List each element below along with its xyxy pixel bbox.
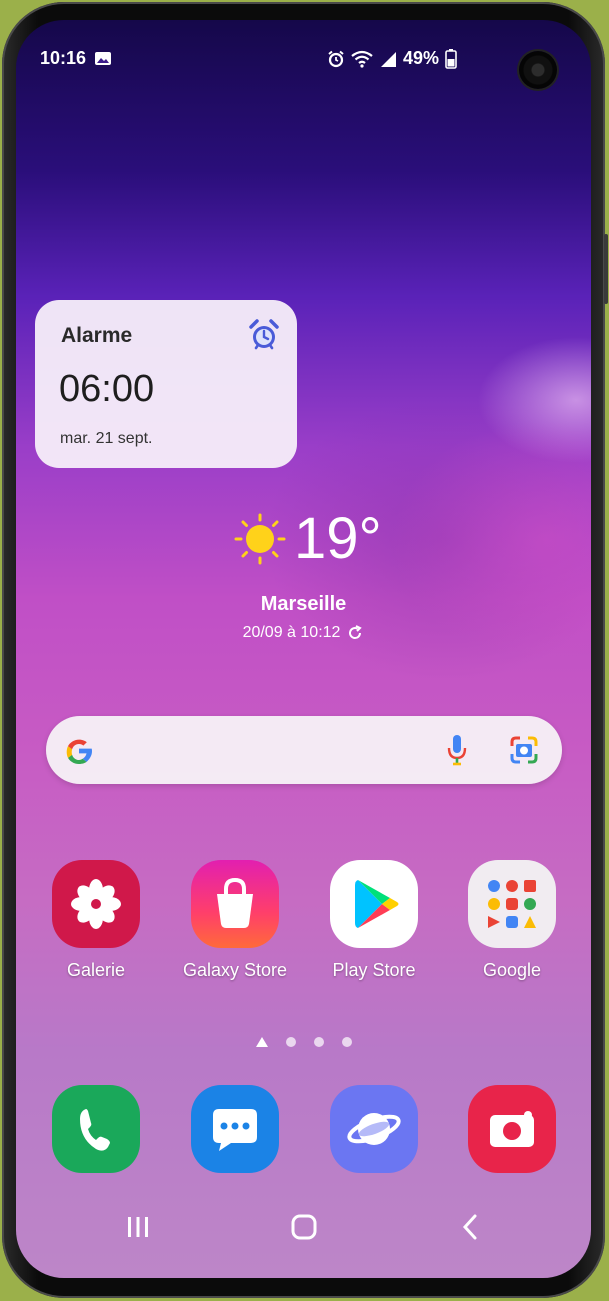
page-dot (341, 1037, 352, 1047)
side-button (604, 234, 608, 304)
page-indicator (16, 1037, 591, 1047)
app-label-google: Google (482, 960, 542, 980)
galerie-icon (52, 860, 140, 948)
status-time: 10:16 (40, 48, 87, 68)
battery-percent: 49% (402, 48, 439, 68)
app-label-galerie: Galerie (66, 960, 126, 980)
dock-camera[interactable] (442, 1085, 582, 1173)
signal-icon (380, 51, 396, 67)
messages-icon (191, 1085, 279, 1173)
alarm-widget[interactable]: Alarme 06:00 mar. 21 sept. (35, 300, 297, 468)
weather-city: Marseille (260, 593, 347, 615)
play-store-icon (330, 860, 418, 948)
recent-apps-icon (128, 1217, 148, 1237)
app-label-galaxy-store: Galaxy Store (182, 960, 288, 980)
dock-phone[interactable] (26, 1085, 166, 1173)
battery-icon (445, 48, 457, 69)
app-label-play-store: Play Store (332, 960, 416, 980)
alarm-clock-icon (249, 319, 279, 350)
recent-apps-button[interactable] (108, 1202, 168, 1252)
sun-icon (234, 513, 286, 565)
phone-frame: 10:16 49% Alarme 06:00 mar. 21 sept. 19°… (2, 2, 608, 1298)
app-galaxy-store[interactable]: Galaxy Store (165, 860, 305, 981)
app-google-folder[interactable]: Google (442, 860, 582, 981)
weather-updated-time: 20/09 à 10:12 (242, 624, 341, 641)
back-icon (462, 1214, 477, 1240)
image-notification-icon (95, 52, 112, 65)
page-dot (285, 1037, 296, 1047)
alarm-title: Alarme (61, 324, 133, 347)
status-left: 10:16 (40, 48, 112, 69)
app-play-store[interactable]: Play Store (304, 860, 444, 981)
galaxy-store-icon (191, 860, 279, 948)
temperature: 19° (294, 506, 382, 571)
home-screen: 10:16 49% Alarme 06:00 mar. 21 sept. 19°… (16, 20, 591, 1278)
google-folder-icon (468, 860, 556, 948)
navigation-bar (16, 1202, 591, 1252)
camera-icon (468, 1085, 556, 1173)
status-right: 49% (327, 48, 457, 69)
google-g-icon (66, 739, 92, 764)
google-lens-icon[interactable] (508, 734, 540, 766)
phone-icon (52, 1085, 140, 1173)
weather-updated: 20/09 à 10:12 (16, 624, 591, 642)
internet-icon (330, 1085, 418, 1173)
back-button[interactable] (440, 1202, 500, 1252)
microphone-icon[interactable] (444, 733, 470, 767)
home-page-indicator (255, 1037, 268, 1047)
app-galerie[interactable]: Galerie (26, 860, 166, 981)
weather-widget[interactable]: 19° Marseille 20/09 à 10:12 (16, 510, 591, 650)
alarm-date: mar. 21 sept. (60, 430, 153, 447)
page-dot (313, 1037, 324, 1047)
dock-messages[interactable] (165, 1085, 305, 1173)
google-search-bar[interactable] (46, 716, 562, 784)
alarm-status-icon (328, 50, 344, 67)
dock-internet[interactable] (304, 1085, 444, 1173)
home-icon (291, 1214, 317, 1240)
front-camera (519, 51, 557, 89)
weather-row: 19° (232, 510, 382, 568)
wifi-icon (351, 50, 373, 68)
home-button[interactable] (274, 1202, 334, 1252)
refresh-icon[interactable] (346, 624, 364, 642)
status-bar: 10:16 49% (40, 48, 567, 74)
alarm-time: 06:00 (59, 368, 155, 410)
